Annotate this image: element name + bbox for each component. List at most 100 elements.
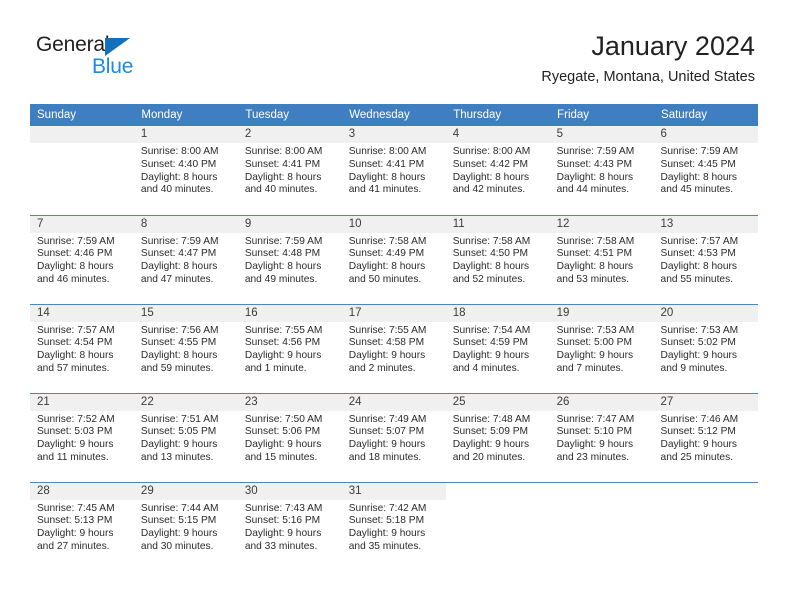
calendar-week-row: 7 Sunrise: 7:59 AM Sunset: 4:46 PM Daylight…	[30, 214, 758, 304]
day-detail-line: Sunset: 5:02 PM	[660, 337, 736, 349]
day-detail-line: Sunrise: 7:59 AM	[660, 146, 739, 157]
day-detail-line: and 25 minutes.	[660, 451, 734, 463]
calendar-day-cell[interactable]: 28 Sunrise: 7:45 AM Sunset: 5:13 PM Dayligh…	[30, 481, 134, 571]
day-detail-line: Sunrise: 7:46 AM	[660, 413, 739, 425]
calendar-day-cell[interactable]: 9 Sunrise: 7:59 AM Sunset: 4:48 PM Daylight…	[237, 214, 342, 304]
calendar-empty-cell	[445, 481, 550, 571]
calendar-day-cell[interactable]: 6 Sunrise: 7:59 AM Sunset: 4:45 PM Daylight…	[653, 126, 758, 215]
calendar-day-cell[interactable]: 23 Sunrise: 7:50 AM Sunset: 5:06 PM Dayligh…	[237, 392, 342, 482]
day-detail-line: Sunset: 5:00 PM	[556, 337, 632, 349]
calendar-day-cell[interactable]: 12 Sunrise: 7:58 AM Sunset: 4:51 PM Dayligh…	[549, 214, 654, 304]
day-detail-line: Sunset: 5:13 PM	[37, 515, 113, 527]
day-number	[30, 126, 134, 143]
day-detail-line: Sunrise: 8:00 AM	[452, 146, 531, 157]
day-detail-line: and 47 minutes.	[140, 273, 214, 285]
day-detail-line: Sunset: 5:10 PM	[556, 426, 632, 438]
day-details: Sunrise: 7:44 AM Sunset: 5:15 PM Daylight:…	[134, 500, 238, 554]
day-detail-line: Sunrise: 7:53 AM	[556, 324, 635, 336]
calendar-empty-cell	[30, 126, 134, 215]
day-detail-line: Sunset: 4:46 PM	[37, 248, 113, 260]
calendar-day-cell[interactable]: 15 Sunrise: 7:56 AM Sunset: 4:55 PM Dayligh…	[133, 303, 238, 393]
calendar-week-row: 14 Sunrise: 7:57 AM Sunset: 4:54 PM Dayligh…	[30, 303, 758, 393]
calendar-day-cell[interactable]: 14 Sunrise: 7:57 AM Sunset: 4:54 PM Dayligh…	[30, 303, 134, 393]
calendar-day-cell[interactable]: 11 Sunrise: 7:58 AM Sunset: 4:50 PM Dayligh…	[445, 214, 550, 304]
day-detail-line: Sunset: 5:12 PM	[660, 426, 736, 438]
day-detail-line: and 53 minutes.	[556, 273, 630, 285]
day-detail-line: Sunrise: 7:54 AM	[452, 324, 531, 336]
day-detail-line: Sunrise: 7:58 AM	[348, 235, 427, 247]
day-number: 18	[445, 304, 550, 322]
day-detail-line: Daylight: 9 hours	[244, 350, 322, 362]
day-number: 3	[341, 126, 446, 143]
calendar-day-cell[interactable]: 31 Sunrise: 7:42 AM Sunset: 5:18 PM Dayligh…	[341, 481, 446, 571]
day-details: Sunrise: 7:43 AM Sunset: 5:16 PM Daylight:…	[238, 500, 342, 554]
day-detail-line: Daylight: 8 hours	[140, 350, 218, 362]
day-detail-line: and 44 minutes.	[556, 184, 630, 196]
calendar-day-cell[interactable]: 3 Sunrise: 8:00 AM Sunset: 4:41 PM Daylight…	[341, 126, 446, 215]
day-detail-line: Daylight: 9 hours	[140, 528, 218, 540]
day-detail-line: Daylight: 8 hours	[556, 261, 634, 273]
calendar-day-cell[interactable]: 27 Sunrise: 7:46 AM Sunset: 5:12 PM Dayligh…	[653, 392, 758, 482]
day-detail-line: Sunset: 4:41 PM	[244, 158, 321, 170]
weekday-header-sunday: Sunday	[30, 104, 135, 126]
calendar-day-cell[interactable]: 21 Sunrise: 7:52 AM Sunset: 5:03 PM Dayligh…	[30, 392, 134, 482]
calendar-day-cell[interactable]: 2 Sunrise: 8:00 AM Sunset: 4:41 PM Daylight…	[237, 126, 342, 215]
weekday-header-friday: Friday	[549, 104, 655, 126]
day-detail-line: Sunrise: 7:51 AM	[140, 413, 219, 425]
calendar-day-cell[interactable]: 18 Sunrise: 7:54 AM Sunset: 4:59 PM Dayligh…	[445, 303, 550, 393]
calendar-day-cell[interactable]: 29 Sunrise: 7:44 AM Sunset: 5:15 PM Dayligh…	[133, 481, 238, 571]
calendar-day-cell[interactable]: 13 Sunrise: 7:57 AM Sunset: 4:53 PM Dayligh…	[653, 214, 758, 304]
title-block: January 2024 Ryegate, Montana, United St…	[541, 30, 755, 86]
day-detail-line: and 57 minutes.	[37, 362, 110, 374]
day-detail-line: Sunset: 5:15 PM	[140, 515, 217, 527]
calendar-day-cell[interactable]: 24 Sunrise: 7:49 AM Sunset: 5:07 PM Dayligh…	[341, 392, 446, 482]
day-details: Sunrise: 7:59 AM Sunset: 4:47 PM Daylight:…	[134, 233, 238, 287]
day-number: 30	[237, 482, 342, 500]
calendar-week-row: 21 Sunrise: 7:52 AM Sunset: 5:03 PM Dayligh…	[30, 392, 758, 482]
day-detail-line: Daylight: 8 hours	[556, 171, 634, 183]
calendar-day-cell[interactable]: 4 Sunrise: 8:00 AM Sunset: 4:42 PM Daylight…	[445, 126, 550, 215]
calendar-day-cell[interactable]: 30 Sunrise: 7:43 AM Sunset: 5:16 PM Dayligh…	[237, 481, 342, 571]
calendar-day-cell[interactable]: 5 Sunrise: 7:59 AM Sunset: 4:43 PM Daylight…	[549, 126, 654, 215]
calendar-day-cell[interactable]: 16 Sunrise: 7:55 AM Sunset: 4:56 PM Dayligh…	[237, 303, 342, 393]
day-detail-line: Sunrise: 7:59 AM	[556, 146, 635, 157]
day-detail-line: Daylight: 8 hours	[140, 261, 218, 273]
day-detail-line: Daylight: 8 hours	[660, 261, 737, 273]
weekday-header-saturday: Saturday	[653, 104, 758, 126]
day-details: Sunrise: 7:57 AM Sunset: 4:53 PM Daylight:…	[654, 233, 758, 287]
calendar-header: Sunday Monday Tuesday Wednesday Thursday…	[30, 104, 758, 126]
calendar-day-cell[interactable]: 26 Sunrise: 7:47 AM Sunset: 5:10 PM Dayligh…	[549, 392, 654, 482]
day-detail-line: Sunrise: 7:59 AM	[140, 235, 219, 247]
day-number: 11	[445, 215, 550, 233]
day-detail-line: Sunset: 4:48 PM	[244, 248, 321, 260]
day-detail-line: Sunrise: 7:45 AM	[37, 502, 115, 514]
logo-text-general: General	[36, 33, 110, 56]
calendar-day-cell[interactable]: 17 Sunrise: 7:55 AM Sunset: 4:58 PM Dayligh…	[341, 303, 446, 393]
day-details: Sunrise: 7:45 AM Sunset: 5:13 PM Daylight:…	[30, 500, 134, 554]
calendar-day-cell[interactable]: 10 Sunrise: 7:58 AM Sunset: 4:49 PM Dayligh…	[341, 214, 446, 304]
day-detail-line: and 50 minutes.	[348, 273, 422, 285]
calendar-day-cell[interactable]: 7 Sunrise: 7:59 AM Sunset: 4:46 PM Daylight…	[30, 214, 134, 304]
calendar-day-cell[interactable]: 25 Sunrise: 7:48 AM Sunset: 5:09 PM Dayligh…	[445, 392, 550, 482]
day-detail-line: and 13 minutes.	[140, 451, 214, 463]
day-details: Sunrise: 7:59 AM Sunset: 4:43 PM Daylight:…	[550, 143, 654, 197]
day-detail-line: Daylight: 8 hours	[140, 171, 218, 183]
day-details: Sunrise: 7:53 AM Sunset: 5:02 PM Daylight:…	[654, 322, 758, 376]
calendar-day-cell[interactable]: 1 Sunrise: 8:00 AM Sunset: 4:40 PM Daylight…	[133, 126, 238, 215]
day-detail-line: Sunrise: 7:57 AM	[660, 235, 739, 247]
day-details: Sunrise: 7:49 AM Sunset: 5:07 PM Daylight:…	[342, 411, 446, 465]
day-detail-line: and 49 minutes.	[244, 273, 318, 285]
day-details: Sunrise: 7:59 AM Sunset: 4:48 PM Daylight:…	[238, 233, 342, 287]
day-detail-line: and 4 minutes.	[452, 362, 520, 374]
general-blue-logo[interactable]: General Blue	[36, 33, 206, 85]
calendar-day-cell[interactable]: 19 Sunrise: 7:53 AM Sunset: 5:00 PM Dayligh…	[549, 303, 654, 393]
calendar-day-cell[interactable]: 8 Sunrise: 7:59 AM Sunset: 4:47 PM Daylight…	[133, 214, 238, 304]
day-detail-line: and 18 minutes.	[348, 451, 422, 463]
day-detail-line: Sunset: 4:40 PM	[140, 158, 217, 170]
day-detail-line: Daylight: 9 hours	[37, 528, 114, 540]
calendar-day-cell[interactable]: 20 Sunrise: 7:53 AM Sunset: 5:02 PM Dayligh…	[653, 303, 758, 393]
calendar-day-cell[interactable]: 22 Sunrise: 7:51 AM Sunset: 5:05 PM Dayligh…	[133, 392, 238, 482]
day-details: Sunrise: 7:58 AM Sunset: 4:49 PM Daylight:…	[342, 233, 446, 287]
day-detail-line: Sunrise: 8:00 AM	[244, 146, 323, 157]
day-detail-line: and 46 minutes.	[37, 273, 110, 285]
